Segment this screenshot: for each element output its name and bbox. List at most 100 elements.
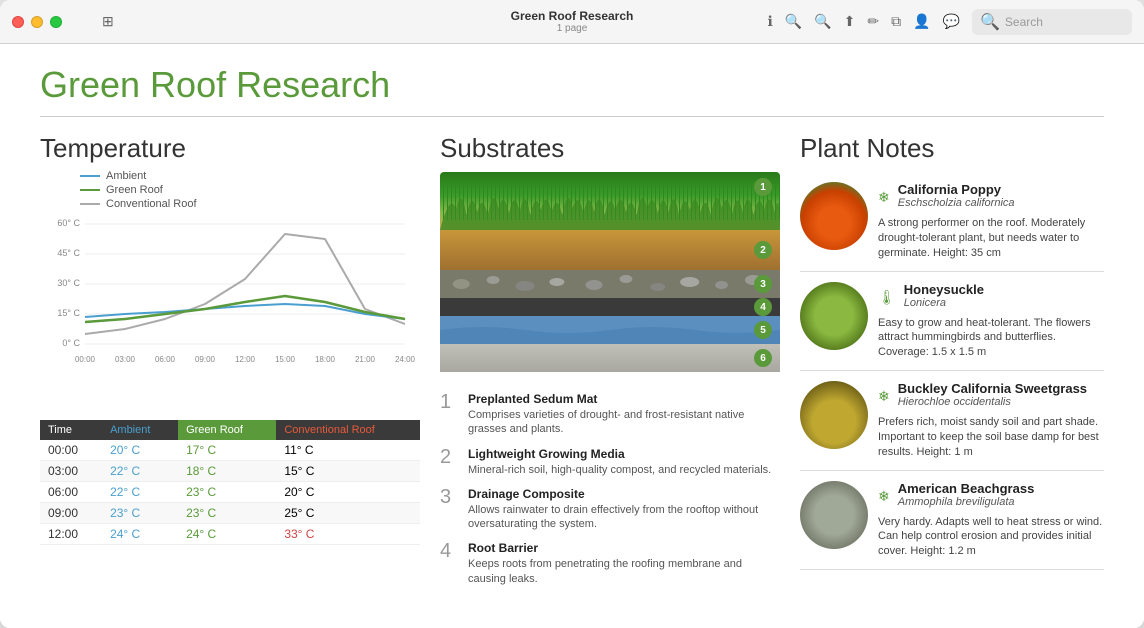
search-input[interactable] bbox=[1005, 15, 1125, 29]
close-button[interactable] bbox=[12, 16, 24, 28]
plant-name: California Poppy bbox=[898, 182, 1015, 197]
col-greenroof: Green Roof bbox=[178, 420, 276, 440]
plant-description: A strong performer on the roof. Moderate… bbox=[878, 216, 1104, 261]
substrate-description: Mineral-rich soil, high-quality compost,… bbox=[468, 463, 771, 477]
table-cell-3-0: 09:00 bbox=[40, 503, 102, 524]
substrate-number: 2 bbox=[440, 447, 458, 467]
chart-legend: Ambient Green Roof Conventional Roof bbox=[80, 170, 420, 210]
table-cell-3-1: 23° C bbox=[102, 503, 178, 524]
substrate-list: 1 Preplanted Sedum Mat Comprises varieti… bbox=[440, 392, 780, 586]
table-cell-1-2: 18° C bbox=[178, 461, 276, 482]
legend-label-ambient: Ambient bbox=[106, 170, 146, 182]
info-icon[interactable]: ℹ bbox=[767, 13, 772, 30]
plant-image bbox=[800, 481, 868, 549]
substrate-text: Preplanted Sedum Mat Comprises varieties… bbox=[468, 392, 780, 437]
table-cell-4-3: 33° C bbox=[276, 524, 420, 545]
comment-icon[interactable]: 💬 bbox=[943, 13, 960, 30]
plant-icon: ❄ bbox=[878, 189, 890, 206]
svg-text:21:00: 21:00 bbox=[355, 355, 376, 364]
table-cell-1-3: 15° C bbox=[276, 461, 420, 482]
plant-sci-name: Hierochloe occidentalis bbox=[898, 396, 1087, 408]
plant-header: ❄ California Poppy Eschscholzia californ… bbox=[878, 182, 1104, 213]
col-time: Time bbox=[40, 420, 102, 440]
substrate-title: Drainage Composite bbox=[468, 487, 780, 501]
plant-sci-name: Eschscholzia californica bbox=[898, 197, 1015, 209]
zoom-in-icon[interactable]: 🔍 bbox=[814, 13, 831, 30]
table-cell-2-2: 23° C bbox=[178, 482, 276, 503]
minimize-button[interactable] bbox=[31, 16, 43, 28]
layer-1-number: 1 bbox=[754, 178, 772, 196]
user-icon[interactable]: 👤 bbox=[913, 13, 930, 30]
temperature-chart: 60° C 45° C 30° C 15° C 0° C 00:00 bbox=[40, 214, 420, 374]
plant-description: Easy to grow and heat-tolerant. The flow… bbox=[878, 316, 1104, 361]
layer-3-number: 3 bbox=[754, 275, 772, 293]
plant-header: 🌡 Honeysuckle Lonicera bbox=[878, 282, 1104, 313]
doc-subtitle: 1 page bbox=[511, 23, 634, 34]
layer-gravel: 3 bbox=[440, 270, 780, 298]
zoom-out-icon[interactable]: 🔍 bbox=[785, 13, 802, 30]
svg-text:15:00: 15:00 bbox=[275, 355, 296, 364]
temperature-section: Temperature Ambient Green Roof Conventio… bbox=[40, 133, 420, 617]
table-cell-4-0: 12:00 bbox=[40, 524, 102, 545]
legend-line-greenroof bbox=[80, 189, 100, 191]
plant-sci-name: Lonicera bbox=[904, 297, 984, 309]
search-icon: 🔍 bbox=[980, 12, 1000, 32]
legend-item-conventional: Conventional Roof bbox=[80, 198, 420, 210]
edit-icon[interactable]: ✏ bbox=[867, 13, 879, 30]
substrate-text: Drainage Composite Allows rainwater to d… bbox=[468, 487, 780, 532]
svg-text:24:00: 24:00 bbox=[395, 355, 416, 364]
layer-water: 5 bbox=[440, 316, 780, 344]
sidebar-toggle-icon[interactable]: ⊞ bbox=[102, 13, 114, 30]
traffic-lights bbox=[12, 16, 62, 28]
substrate-number: 3 bbox=[440, 487, 458, 507]
table-cell-1-0: 03:00 bbox=[40, 461, 102, 482]
plant-content: ❄ American Beachgrass Ammophila brevilig… bbox=[878, 481, 1104, 560]
substrate-text: Lightweight Growing Media Mineral-rich s… bbox=[468, 447, 771, 477]
table-cell-0-1: 20° C bbox=[102, 440, 178, 461]
plant-info: Buckley California Sweetgrass Hierochloe… bbox=[898, 381, 1087, 412]
window-icon[interactable]: ⧉ bbox=[891, 13, 901, 30]
legend-item-ambient: Ambient bbox=[80, 170, 420, 182]
layer-4-number: 4 bbox=[754, 298, 772, 316]
legend-line-ambient bbox=[80, 175, 100, 177]
plant-item-1: 🌡 Honeysuckle Lonicera Easy to grow and … bbox=[800, 272, 1104, 372]
svg-text:0° C: 0° C bbox=[62, 338, 80, 348]
substrate-item-3: 3 Drainage Composite Allows rainwater to… bbox=[440, 487, 780, 532]
table-cell-2-1: 22° C bbox=[102, 482, 178, 503]
plants-list: ❄ California Poppy Eschscholzia californ… bbox=[800, 172, 1104, 606]
substrates-section: Substrates 1 2 bbox=[440, 133, 780, 617]
substrate-number: 4 bbox=[440, 541, 458, 561]
table-cell-0-3: 11° C bbox=[276, 440, 420, 461]
fullscreen-button[interactable] bbox=[50, 16, 62, 28]
plant-description: Very hardy. Adapts well to heat stress o… bbox=[878, 515, 1104, 560]
substrate-title: Root Barrier bbox=[468, 541, 780, 555]
substrate-title: Preplanted Sedum Mat bbox=[468, 392, 780, 406]
plant-info: Honeysuckle Lonicera bbox=[904, 282, 984, 313]
chart-area: 60° C 45° C 30° C 15° C 0° C 00:00 bbox=[40, 214, 420, 414]
table-cell-4-2: 24° C bbox=[178, 524, 276, 545]
legend-item-greenroof: Green Roof bbox=[80, 184, 420, 196]
svg-text:15° C: 15° C bbox=[57, 308, 80, 318]
plant-info: American Beachgrass Ammophila breviligul… bbox=[898, 481, 1035, 512]
layer-soil: 2 bbox=[440, 230, 780, 270]
svg-text:09:00: 09:00 bbox=[195, 355, 216, 364]
layer-grass: 1 bbox=[440, 172, 780, 230]
plant-info: California Poppy Eschscholzia californic… bbox=[898, 182, 1015, 213]
substrate-item-4: 4 Root Barrier Keeps roots from penetrat… bbox=[440, 541, 780, 586]
search-bar[interactable]: 🔍 bbox=[972, 9, 1132, 35]
plant-sci-name: Ammophila breviligulata bbox=[898, 496, 1035, 508]
plant-icon: ❄ bbox=[878, 388, 890, 405]
table-cell-3-3: 25° C bbox=[276, 503, 420, 524]
substrate-text: Root Barrier Keeps roots from penetratin… bbox=[468, 541, 780, 586]
temperature-heading: Temperature bbox=[40, 133, 420, 164]
substrate-title: Lightweight Growing Media bbox=[468, 447, 771, 461]
main-layout: Temperature Ambient Green Roof Conventio… bbox=[40, 133, 1104, 617]
legend-label-greenroof: Green Roof bbox=[106, 184, 163, 196]
col-ambient: Ambient bbox=[102, 420, 178, 440]
table-cell-3-2: 23° C bbox=[178, 503, 276, 524]
plant-content: ❄ Buckley California Sweetgrass Hierochl… bbox=[878, 381, 1104, 460]
plant-header: ❄ Buckley California Sweetgrass Hierochl… bbox=[878, 381, 1104, 412]
table-cell-0-0: 00:00 bbox=[40, 440, 102, 461]
share-icon[interactable]: ⬆ bbox=[844, 13, 856, 30]
table-cell-1-1: 22° C bbox=[102, 461, 178, 482]
